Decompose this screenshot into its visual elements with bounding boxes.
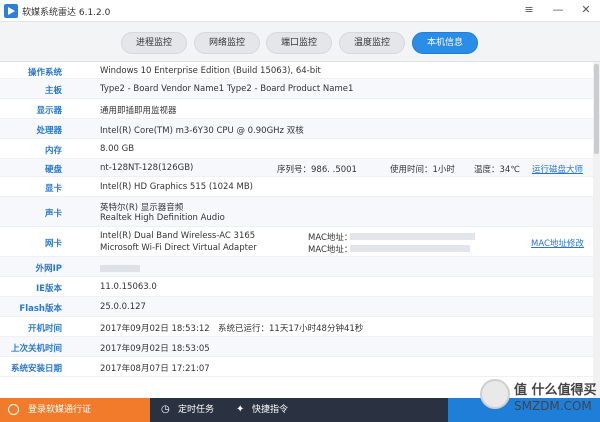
mac-address-1: MAC地址： — [308, 233, 353, 243]
value-display: 通用即插即用监视器 — [100, 106, 177, 116]
value-last-shutdown: 2017年09月02日 18:53:05 — [100, 344, 210, 354]
watermark-logo-icon — [480, 379, 510, 409]
value-os: Windows 10 Enterprise Edition (Build 150… — [100, 66, 321, 76]
label-disk: 硬盘 — [44, 165, 62, 175]
row-gpu: 显卡 Intel(R) HD Graphics 515 (1024 MB) — [0, 177, 600, 197]
value-cpu: Intel(R) Core(TM) m3-6Y30 CPU @ 0.90GHz … — [100, 126, 304, 136]
row-display: 显示器 通用即插即用监视器 — [0, 99, 600, 119]
value-boot-time: 2017年09月02日 18:53:12 — [100, 324, 210, 334]
value-board: Type2 - Board Vendor Name1 Type2 - Board… — [100, 84, 354, 94]
tab-temperature-monitor[interactable]: 温度监控 — [339, 32, 405, 54]
label-memory: 内存 — [44, 146, 62, 156]
row-disk: 硬盘 nt-128NT-128(126GB) 序列号：986. .5001 使用… — [0, 159, 600, 177]
row-memory: 内存 8.00 GB — [0, 139, 600, 159]
close-button[interactable]: ✕ — [578, 2, 594, 18]
app-title: 软媒系统雷达 6.1.2.0 — [22, 8, 111, 18]
value-install-date: 2017年08月07日 17:21:07 — [100, 364, 210, 374]
label-flash: Flash版本 — [19, 304, 62, 314]
label-display: 显示器 — [36, 106, 62, 116]
timer-task-button[interactable]: 定时任务 — [178, 398, 214, 422]
row-boot-time: 开机时间 2017年09月02日 18:53:12 系统已运行：11天17小时4… — [0, 317, 600, 337]
label-ie: IE版本 — [36, 284, 62, 294]
row-board: 主板 Type2 - Board Vendor Name1 Type2 - Bo… — [0, 79, 600, 99]
row-cpu: 处理器 Intel(R) Core(TM) m3-6Y30 CPU @ 0.90… — [0, 119, 600, 139]
scrollbar-thumb[interactable] — [594, 64, 599, 154]
clock-icon: ◷ — [161, 404, 170, 415]
menu-icon[interactable]: ≡ — [521, 2, 537, 18]
disk-temperature: 温度：34℃ — [474, 165, 520, 175]
value-memory: 8.00 GB — [100, 144, 135, 154]
value-ie: 11.0.15063.0 — [100, 282, 157, 292]
minimize-button[interactable]: — — [550, 2, 566, 18]
label-network: 网卡 — [44, 239, 62, 249]
label-last-shutdown: 上次关机时间 — [10, 344, 62, 354]
login-button[interactable]: 登录软媒通行证 — [0, 398, 150, 422]
label-os: 操作系统 — [27, 68, 62, 78]
row-os: 操作系统 Windows 10 Enterprise Edition (Buil… — [0, 62, 600, 79]
shortcut-command-button[interactable]: 快捷指令 — [252, 398, 288, 422]
watermark-text-1: 值 什么值得买 — [514, 383, 597, 398]
row-ie: IE版本 11.0.15063.0 — [0, 277, 600, 297]
ip-redacted — [100, 265, 140, 272]
value-flash: 25.0.0.127 — [100, 302, 146, 312]
tab-process-monitor[interactable]: 进程监控 — [121, 32, 187, 54]
value-sound-1: 英特尔(R) 显示器音频 — [100, 203, 184, 213]
watermark-text-2: SMZDM.COM — [514, 399, 592, 413]
tab-network-monitor[interactable]: 网络监控 — [194, 32, 260, 54]
app-logo-icon — [4, 4, 18, 18]
run-disk-master-link[interactable]: 运行磁盘大师 — [532, 163, 583, 175]
label-sound: 声卡 — [44, 209, 62, 219]
mac-redacted-1 — [350, 233, 475, 240]
label-boot-time: 开机时间 — [27, 324, 62, 334]
row-network: 网卡 Intel(R) Dual Band Wireless-AC 3165 M… — [0, 227, 600, 257]
login-label: 登录软媒通行证 — [28, 405, 92, 415]
user-icon — [8, 404, 19, 415]
tab-bar: 进程监控 网络监控 端口监控 温度监控 本机信息 — [0, 22, 600, 62]
label-install-date: 系统安装日期 — [10, 364, 62, 374]
tab-system-info[interactable]: 本机信息 — [412, 32, 478, 54]
label-board: 主板 — [44, 86, 62, 96]
value-gpu: Intel(R) HD Graphics 515 (1024 MB) — [100, 182, 253, 192]
row-external-ip: 外网IP — [0, 257, 600, 277]
value-network-2: Microsoft Wi-Fi Direct Virtual Adapter — [100, 243, 257, 253]
title-bar: 软媒系统雷达 6.1.2.0 ≡ — ✕ — [0, 0, 600, 22]
watermark: 值 什么值得买 SMZDM.COM — [478, 375, 600, 421]
disk-usage-time: 使用时间：1小时 — [390, 165, 455, 175]
row-install-date: 系统安装日期 2017年08月07日 17:21:07 — [0, 357, 600, 377]
value-network-1: Intel(R) Dual Band Wireless-AC 3165 — [100, 231, 256, 241]
label-gpu: 显卡 — [44, 184, 62, 194]
value-disk: nt-128NT-128(126GB) — [100, 163, 194, 173]
row-sound: 声卡 英特尔(R) 显示器音频 Realtek High Definition … — [0, 197, 600, 227]
label-cpu: 处理器 — [36, 126, 62, 136]
run-icon: ✦ — [236, 404, 245, 415]
mac-redacted-2 — [350, 245, 470, 252]
disk-serial: 序列号：986. .5001 — [277, 165, 357, 175]
row-flash: Flash版本 25.0.0.127 — [0, 297, 600, 317]
tab-port-monitor[interactable]: 端口监控 — [266, 32, 332, 54]
mac-address-2: MAC地址： — [308, 245, 353, 255]
mac-modify-link[interactable]: MAC地址修改 — [531, 237, 584, 249]
system-uptime: 系统已运行：11天17小时48分钟41秒 — [218, 324, 364, 334]
row-last-shutdown: 上次关机时间 2017年09月02日 18:53:05 — [0, 337, 600, 357]
label-external-ip: 外网IP — [35, 264, 62, 274]
value-sound-2: Realtek High Definition Audio — [100, 213, 225, 223]
